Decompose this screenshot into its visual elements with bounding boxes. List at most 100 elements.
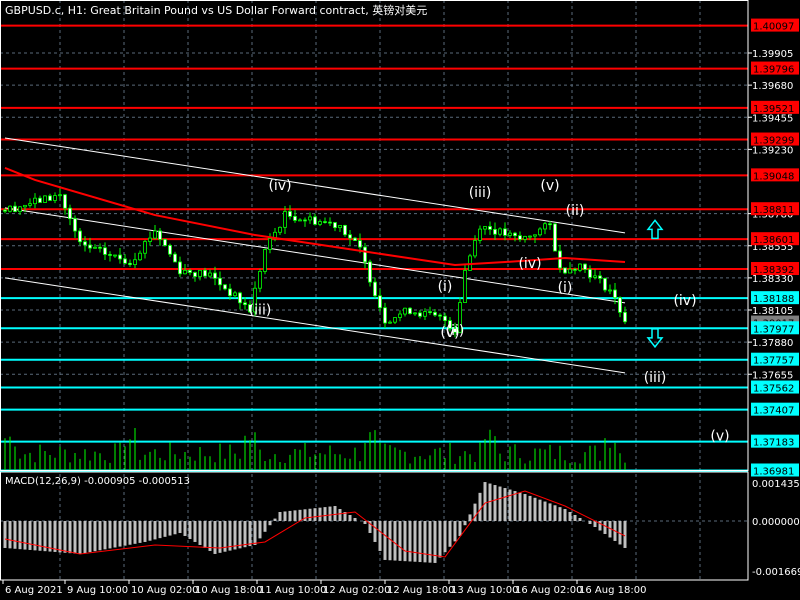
candle-body bbox=[513, 232, 517, 237]
candle-body bbox=[198, 269, 202, 277]
resistance-level-label: 1.39796 bbox=[753, 65, 794, 76]
candle-body bbox=[523, 236, 527, 240]
candle-body bbox=[368, 261, 372, 283]
candle-body bbox=[178, 261, 182, 275]
macd-label: MACD(12,26,9) -0.000905 -0.000513 bbox=[5, 476, 190, 487]
candle-body bbox=[488, 226, 492, 230]
candle-body bbox=[83, 241, 87, 246]
resistance-level-label: 1.38601 bbox=[753, 235, 794, 246]
candle-body bbox=[348, 234, 352, 239]
wave-label: (iv) bbox=[673, 293, 696, 309]
candle-body bbox=[23, 204, 27, 208]
support-level-label: 1.37977 bbox=[753, 324, 794, 335]
candle-body bbox=[218, 277, 222, 286]
candle-body bbox=[363, 246, 367, 263]
candle-body bbox=[483, 226, 487, 230]
candle-body bbox=[58, 194, 62, 197]
candle-body bbox=[173, 253, 177, 263]
candle-body bbox=[323, 221, 327, 223]
candle-body bbox=[268, 238, 272, 250]
candle-body bbox=[113, 254, 117, 257]
candle-body bbox=[263, 249, 267, 272]
candle-body bbox=[278, 226, 282, 233]
macd-signal-line bbox=[4, 490, 626, 558]
candle-body bbox=[438, 314, 442, 317]
support-level-label: 1.37407 bbox=[753, 406, 794, 417]
price-tick-label: 1.37880 bbox=[752, 338, 793, 349]
candle-body bbox=[373, 281, 377, 297]
candle-body bbox=[378, 295, 382, 309]
candle-body bbox=[313, 216, 317, 225]
time-label: 6 Aug 2021 bbox=[5, 585, 63, 596]
candle-body bbox=[63, 194, 67, 209]
arrow-up-icon bbox=[646, 219, 664, 240]
time-label: 16 Aug 18:00 bbox=[579, 585, 646, 596]
candle-body bbox=[193, 272, 197, 277]
candle-body bbox=[508, 232, 512, 236]
resistance-level-label: 1.39299 bbox=[753, 136, 794, 147]
candle-body bbox=[568, 268, 572, 274]
wave-label: (iii) bbox=[249, 302, 272, 318]
candle-body bbox=[53, 195, 57, 201]
support-level-label: 1.37757 bbox=[753, 356, 794, 367]
resistance-level-label: 1.38811 bbox=[753, 205, 794, 216]
candle-body bbox=[163, 238, 167, 246]
candle-body bbox=[78, 230, 82, 243]
candle-body bbox=[583, 263, 587, 270]
resistance-level-label: 1.39048 bbox=[753, 171, 794, 182]
candle-body bbox=[328, 221, 332, 224]
time-label: 11 Aug 10:00 bbox=[259, 585, 326, 596]
candle-body bbox=[88, 244, 92, 249]
candle-body bbox=[318, 221, 322, 225]
candle-body bbox=[233, 292, 237, 297]
candle-body bbox=[413, 312, 417, 315]
candle-body bbox=[133, 259, 137, 265]
candle-body bbox=[153, 230, 157, 239]
candle-body bbox=[553, 223, 557, 252]
wave-label: (v) bbox=[540, 178, 559, 194]
candle-body bbox=[118, 254, 122, 260]
price-tick-label: 1.39455 bbox=[752, 113, 793, 124]
candle-body bbox=[108, 254, 112, 256]
price-tick-label: 1.39680 bbox=[752, 81, 793, 92]
candle-body bbox=[98, 246, 102, 249]
wave-label: (ii) bbox=[446, 323, 465, 339]
wave-label: (iv) bbox=[518, 256, 541, 272]
candle-body bbox=[243, 302, 247, 306]
candle-body bbox=[8, 205, 12, 212]
time-label: 13 Aug 10:00 bbox=[451, 585, 518, 596]
candle-body bbox=[93, 246, 97, 249]
candle-body bbox=[548, 223, 552, 226]
candle-body bbox=[618, 297, 622, 313]
candle-body bbox=[3, 209, 7, 212]
candle-body bbox=[168, 245, 172, 255]
candle-body bbox=[148, 237, 152, 242]
candle-body bbox=[43, 195, 47, 203]
candle-body bbox=[473, 240, 477, 257]
candle-body bbox=[13, 205, 17, 213]
candle-body bbox=[538, 228, 542, 236]
channel-trendline bbox=[4, 277, 626, 374]
support-level-label: 1.37183 bbox=[753, 438, 794, 449]
candle-body bbox=[308, 216, 312, 221]
candle-body bbox=[518, 235, 522, 240]
arrow-down-icon bbox=[646, 328, 664, 349]
chart-title: GBPUSD.c, H1: Great Britain Pound vs US … bbox=[5, 4, 428, 17]
candle-body bbox=[208, 272, 212, 277]
candle-body bbox=[498, 228, 502, 235]
time-label: 9 Aug 10:00 bbox=[67, 585, 128, 596]
candle-body bbox=[33, 197, 37, 205]
candle-body bbox=[623, 311, 627, 323]
candle-body bbox=[188, 270, 192, 273]
time-label: 12 Aug 02:00 bbox=[323, 585, 390, 596]
price-tick-label: 1.37655 bbox=[752, 370, 793, 381]
candle-body bbox=[128, 262, 132, 265]
candle-body bbox=[573, 268, 577, 271]
price-chart[interactable]: (iv) (iii) (v) (ii) (iv) (i) (i) (iii) (v) (ii) (i… bbox=[0, 0, 800, 600]
candle-body bbox=[203, 269, 207, 277]
candle-body bbox=[493, 229, 497, 235]
candle-body bbox=[353, 237, 357, 241]
candle-body bbox=[103, 247, 107, 255]
candle-body bbox=[443, 315, 447, 321]
candle-body bbox=[358, 240, 362, 248]
